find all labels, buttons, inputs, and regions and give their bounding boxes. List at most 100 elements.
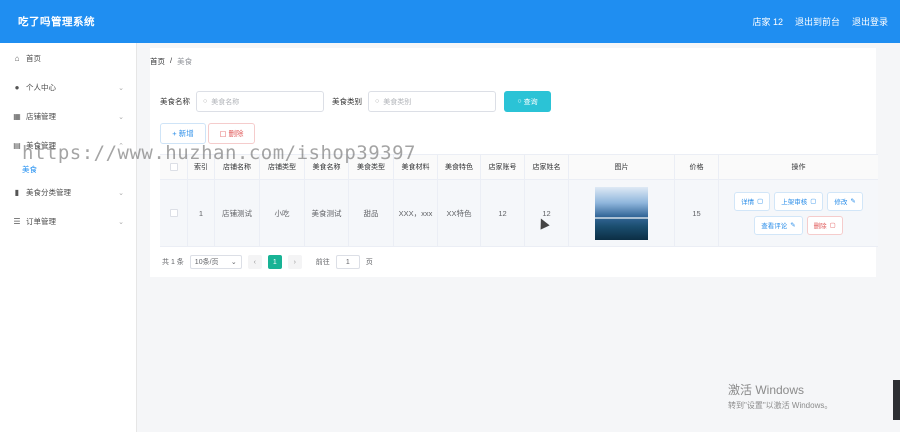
cell-operations: 详情 ▢ 上架审核 ▢ 修改 ✎ 查看评论 ✎ 删除 ▢ (719, 180, 878, 246)
page-number-active[interactable]: 1 (267, 255, 282, 269)
sidebar-item-label: 美食分类管理 (26, 188, 71, 197)
col-header: 美食名称 (305, 155, 349, 179)
sidebar-item-profile[interactable]: ● 个人中心 ⌄ (0, 73, 136, 102)
search-form: 美食名称 ○ 美食名称 美食类别 ○ 美食类别 ○ 查询 (160, 91, 551, 112)
chevron-down-icon: ⌄ (118, 218, 124, 226)
user-label[interactable]: 店家 12 (752, 15, 783, 28)
breadcrumb-home[interactable]: 首页 (150, 56, 165, 67)
search-icon: ○ (203, 98, 208, 105)
logout-link[interactable]: 退出登录 (852, 15, 888, 28)
view-comments-label: 查看评论 (761, 223, 788, 230)
sidebar-item-label: 店铺管理 (26, 112, 56, 121)
col-header: 索引 (188, 155, 215, 179)
food-icon: ▤ (13, 141, 21, 150)
food-name-label: 美食名称 (160, 97, 190, 106)
select-all-checkbox[interactable] (160, 155, 188, 179)
search-icon: ○ (517, 98, 522, 105)
col-header: 店家账号 (481, 155, 525, 179)
delete-button-label: 删除 (813, 223, 827, 230)
cell-food-name: 美食测试 (305, 180, 349, 246)
row-checkbox-cell[interactable] (160, 180, 188, 246)
cell-material: XXX，xxx (394, 180, 438, 246)
checkbox[interactable] (169, 209, 178, 217)
user-icon: ● (14, 83, 20, 92)
food-type-input[interactable]: ○ 美食类别 (368, 91, 496, 112)
breadcrumb: 首页 / 美食 (150, 56, 192, 67)
prev-page-button[interactable]: ‹ (247, 255, 262, 269)
sidebar-item-label: 订单管理 (26, 217, 56, 226)
cell-index: 1 (188, 180, 215, 246)
bar-chart-icon: ▮ (14, 188, 20, 197)
food-type-label: 美食类别 (332, 97, 362, 106)
page-suffix: 页 (365, 259, 373, 266)
view-comments-button[interactable]: 查看评论 ✎ (754, 215, 803, 235)
col-header: 美食特色 (438, 155, 481, 179)
food-name-placeholder: 美食名称 (211, 98, 240, 106)
sidebar-subitem-label: 美食 (22, 164, 37, 174)
add-button[interactable]: + 新增 (160, 123, 206, 144)
shop-icon: ▦ (13, 112, 21, 121)
sidebar-item-food-category[interactable]: ▮ 美食分类管理 ⌄ (0, 178, 136, 207)
goto-page-input[interactable]: 1 (335, 255, 360, 269)
table-row: 1 店铺测试 小吃 美食测试 甜品 XXX，xxx XX特色 12 12 15 … (160, 180, 878, 247)
sidebar-item-food[interactable]: ▤ 美食管理 ⌃ (0, 131, 136, 160)
top-bar: 吃了吗管理系统 店家 12 退出到前台 退出登录 (0, 0, 900, 43)
cell-owner: 12 (525, 180, 569, 246)
edit-button[interactable]: 修改 ✎ (827, 191, 863, 211)
sidebar: ⌂ 首页 ● 个人中心 ⌄ ▦ 店铺管理 ⌄ ▤ 美食管理 ⌃ 美食 ▮ 美食分… (0, 43, 137, 432)
batch-delete-button[interactable]: ▢ 删除 (208, 123, 255, 144)
windows-activation-title: 激活 Windows (728, 383, 805, 397)
col-header: 图片 (569, 155, 675, 179)
col-header: 店家姓名 (525, 155, 569, 179)
checkbox[interactable] (169, 163, 178, 171)
sidebar-item-label: 首页 (26, 54, 41, 63)
shelve-review-button[interactable]: 上架审核 ▢ (774, 191, 824, 211)
delete-button[interactable]: 删除 ▢ (806, 215, 843, 235)
sidebar-item-label: 个人中心 (26, 83, 56, 92)
trash-icon: ▢ (219, 129, 227, 138)
query-button[interactable]: ○ 查询 (504, 91, 551, 112)
cell-image (569, 180, 675, 246)
pagination: 共 1 条 10条/页 ⌄ ‹ 1 › 前往 1 页 (162, 255, 373, 269)
goto-label: 前往 (315, 259, 330, 266)
edit-button-label: 修改 (834, 199, 848, 206)
sidebar-item-shop[interactable]: ▦ 店铺管理 ⌄ (0, 102, 136, 131)
col-header: 美食材料 (394, 155, 438, 179)
next-page-button[interactable]: › (287, 255, 302, 269)
food-type-placeholder: 美食类别 (383, 98, 412, 106)
page-size-select[interactable]: 10条/页 ⌄ (189, 255, 242, 269)
total-count: 共 1 条 (162, 259, 184, 266)
chevron-down-icon: ⌄ (118, 113, 124, 121)
col-header: 店铺类型 (260, 155, 305, 179)
edit-icon: ✎ (790, 222, 796, 229)
main-panel: 首页 / 美食 美食名称 ○ 美食名称 美食类别 ○ 美食类别 ○ 查询 + 新… (150, 48, 878, 277)
edit-icon: ✎ (850, 198, 856, 205)
back-to-front-link[interactable]: 退出到前台 (795, 15, 840, 28)
breadcrumb-separator: / (170, 56, 173, 65)
sidebar-item-label: 美食管理 (26, 141, 56, 150)
detail-button[interactable]: 详情 ▢ (734, 191, 771, 211)
sidebar-item-home[interactable]: ⌂ 首页 (0, 44, 136, 73)
windows-activation-subtitle: 转到"设置"以激活 Windows。 (728, 401, 833, 410)
app-title: 吃了吗管理系统 (18, 16, 95, 28)
windows-activation-notice: 激活 Windows 转到"设置"以激活 Windows。 (728, 381, 832, 411)
shelve-review-label: 上架审核 (781, 199, 808, 206)
cell-account: 12 (481, 180, 525, 246)
action-bar: + 新增 ▢ 删除 (160, 123, 255, 144)
col-header: 操作 (791, 164, 806, 171)
operation-buttons: 详情 ▢ 上架审核 ▢ 修改 ✎ 查看评论 ✎ 删除 ▢ (724, 191, 874, 235)
taskbar-edge (893, 380, 900, 420)
food-image[interactable] (595, 186, 648, 240)
trash-icon: ▢ (829, 222, 836, 229)
chevron-up-icon: ⌃ (118, 142, 124, 150)
sidebar-item-orders[interactable]: ☰ 订单管理 ⌄ (0, 207, 136, 236)
cell-shop-type: 小吃 (260, 180, 305, 246)
query-button-label: 查询 (523, 98, 538, 106)
document-icon: ▢ (757, 198, 764, 205)
chevron-down-icon: ⌄ (230, 259, 237, 266)
sidebar-subitem-food[interactable]: 美食 (0, 160, 136, 178)
food-name-input[interactable]: ○ 美食名称 (196, 91, 324, 112)
breadcrumb-current: 美食 (177, 57, 193, 66)
home-icon: ⌂ (14, 54, 20, 63)
food-table: 索引 店铺名称 店铺类型 美食名称 美食类型 美食材料 美食特色 店家账号 店家… (160, 154, 878, 247)
